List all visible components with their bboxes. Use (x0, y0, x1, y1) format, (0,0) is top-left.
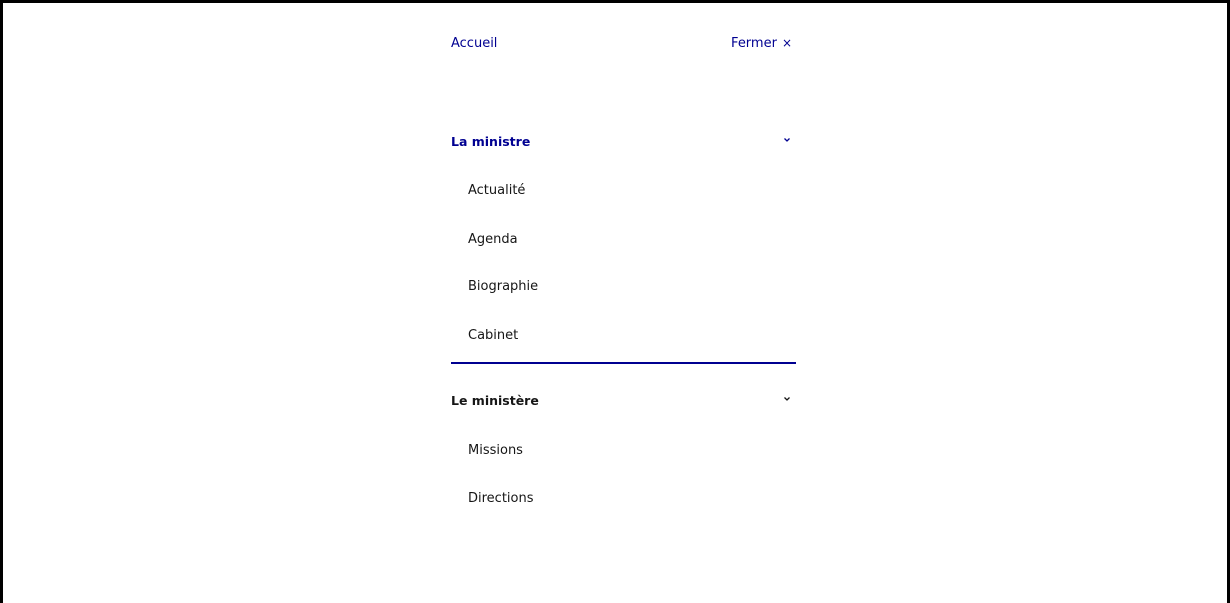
menu-item-actualite[interactable]: Actualité (468, 183, 525, 198)
active-section-divider (451, 362, 796, 364)
menu-item-cabinet[interactable]: Cabinet (468, 328, 518, 343)
menu-topbar: Accueil Fermer × (451, 36, 796, 58)
home-link[interactable]: Accueil (451, 36, 497, 51)
chevron-down-icon (784, 397, 790, 401)
section-label-le-ministere: Le ministère (451, 393, 539, 408)
menu-item-agenda[interactable]: Agenda (468, 232, 518, 247)
section-label-la-ministre: La ministre (451, 134, 531, 149)
menu-item-biographie[interactable]: Biographie (468, 279, 538, 294)
chevron-down-icon (784, 138, 790, 142)
viewport-frame: Accueil Fermer × La ministre Actualité Ag… (0, 0, 1230, 603)
menu-item-directions[interactable]: Directions (468, 491, 534, 506)
menu-section-la-ministre[interactable]: La ministre (451, 131, 796, 155)
menu-section-le-ministere[interactable]: Le ministère (451, 390, 796, 414)
close-menu-button[interactable]: Fermer × (731, 36, 792, 51)
close-button-label: Fermer (731, 36, 777, 51)
close-icon: × (781, 36, 792, 50)
menu-item-missions[interactable]: Missions (468, 443, 523, 458)
